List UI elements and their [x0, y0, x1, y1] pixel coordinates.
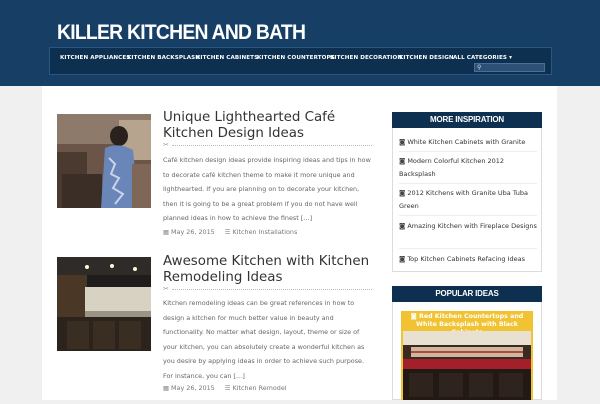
post-meta: ▦ May 26, 2015 ☰ Kitchen Remodel: [163, 384, 287, 392]
nav-item-kitchen-design[interactable]: KITCHEN DESIGN: [399, 55, 454, 61]
cafe-kitchen-photo: [57, 114, 151, 208]
divider: [172, 145, 372, 146]
widget-title: MORE INSPIRATION: [392, 112, 542, 128]
calendar-icon: ▦: [163, 384, 170, 392]
post-title[interactable]: Unique Lighthearted Café Kitchen Design …: [163, 110, 378, 142]
nav-item-all-categories[interactable]: ALL CATEGORIES ▾: [453, 55, 512, 61]
inspiration-link[interactable]: Amazing Kitchen with Fireplace Designs: [407, 222, 537, 230]
scissors-icon: ✂: [163, 285, 171, 293]
post-category[interactable]: Kitchen Remodel: [233, 384, 287, 392]
camera-icon: ◙: [399, 255, 406, 263]
post-date: May 26, 2015: [171, 228, 215, 236]
widget-title: POPULAR IDEAS: [392, 286, 542, 302]
inspiration-link[interactable]: Modern Colorful Kitchen 2012 Backsplash: [399, 157, 504, 178]
inspiration-item[interactable]: ◙ Modern Colorful Kitchen 2012 Backsplash: [399, 155, 537, 181]
camera-icon: ◙: [399, 157, 406, 165]
red-kitchen-photo: [403, 331, 531, 400]
post-title[interactable]: Awesome Kitchen with Kitchen Remodeling …: [163, 254, 378, 286]
post-date: May 26, 2015: [171, 384, 215, 392]
divider: [399, 248, 537, 249]
post-thumbnail[interactable]: [57, 114, 151, 208]
post-meta: ▦ May 26, 2015 ☰ Kitchen Installations: [163, 228, 297, 236]
nav-item-kitchen-appliances[interactable]: KITCHEN APPLIANCES: [60, 55, 130, 61]
search-icon[interactable]: ⚲: [477, 64, 481, 72]
nav-item-kitchen-cabinets[interactable]: KITCHEN CABINETS: [196, 55, 258, 61]
post-thumbnail[interactable]: [57, 257, 151, 351]
nav-item-kitchen-decoration[interactable]: KITCHEN DECORATION: [330, 55, 402, 61]
nav-item-kitchen-backsplash[interactable]: KITCHEN BACKSPLASH: [127, 55, 200, 61]
inspiration-item[interactable]: ◙ Amazing Kitchen with Fireplace Designs: [399, 220, 537, 233]
camera-icon: ◙: [410, 313, 419, 320]
divider: [399, 215, 537, 216]
popular-thumbnail[interactable]: [403, 331, 531, 400]
site-title[interactable]: KILLER KITCHEN AND BATH: [57, 21, 306, 45]
camera-icon: ◙: [399, 222, 406, 230]
calendar-icon: ▦: [163, 228, 170, 236]
camera-icon: ◙: [399, 189, 406, 197]
scissors-icon: ✂: [163, 141, 171, 149]
inspiration-link[interactable]: 2012 Kitchens with Granite Uba Tuba Gree…: [399, 189, 528, 210]
search-input[interactable]: ⚲: [474, 63, 545, 72]
inspiration-item[interactable]: ◙ White Kitchen Cabinets with Granite: [399, 136, 537, 149]
inspiration-link[interactable]: Top Kitchen Cabinets Refacing Ideas: [407, 255, 525, 263]
inspiration-link[interactable]: White Kitchen Cabinets with Granite: [407, 138, 525, 146]
camera-icon: ◙: [399, 138, 406, 146]
category-icon: ☰: [224, 228, 231, 236]
post-excerpt: Kitchen remodeling ideas can be great re…: [163, 299, 365, 380]
category-icon: ☰: [224, 384, 231, 392]
nav-item-kitchen-countertops[interactable]: KITCHEN COUNTERTOPS: [257, 55, 335, 61]
post-excerpt: Café kitchen design ideas provide inspir…: [163, 156, 371, 223]
divider: [172, 289, 372, 290]
divider: [399, 183, 537, 184]
inspiration-item[interactable]: ◙ 2012 Kitchens with Granite Uba Tuba Gre…: [399, 187, 537, 213]
inspiration-item[interactable]: ◙ Top Kitchen Cabinets Refacing Ideas: [399, 253, 537, 266]
post-category[interactable]: Kitchen Installations: [233, 228, 298, 236]
kitchen-remodel-photo: [57, 257, 151, 351]
divider: [399, 151, 537, 152]
